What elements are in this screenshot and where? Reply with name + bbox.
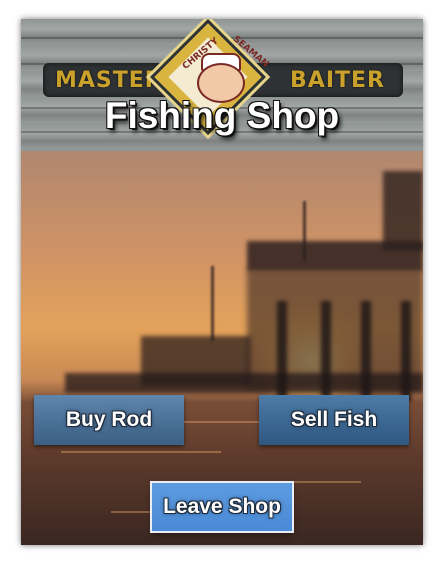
pier-mast <box>211 266 214 341</box>
buy-rod-button[interactable]: Buy Rod <box>34 395 184 445</box>
pier-roof <box>247 241 423 271</box>
page-title: Fishing Shop <box>104 95 340 136</box>
shop-header: MASTER BAITER CHRISTY SEAMAN Fishing Sho… <box>21 19 423 151</box>
water-ripple <box>61 451 221 453</box>
pier-structure <box>247 269 423 389</box>
sign-right-text: BAITER <box>290 68 385 93</box>
leave-shop-button[interactable]: Leave Shop <box>152 483 292 531</box>
sign-left-text: MASTER <box>55 68 163 93</box>
pier-tower <box>383 171 423 251</box>
sell-fish-button[interactable]: Sell Fish <box>259 395 409 445</box>
shop-panel: MASTER BAITER CHRISTY SEAMAN Fishing Sho… <box>21 19 423 545</box>
